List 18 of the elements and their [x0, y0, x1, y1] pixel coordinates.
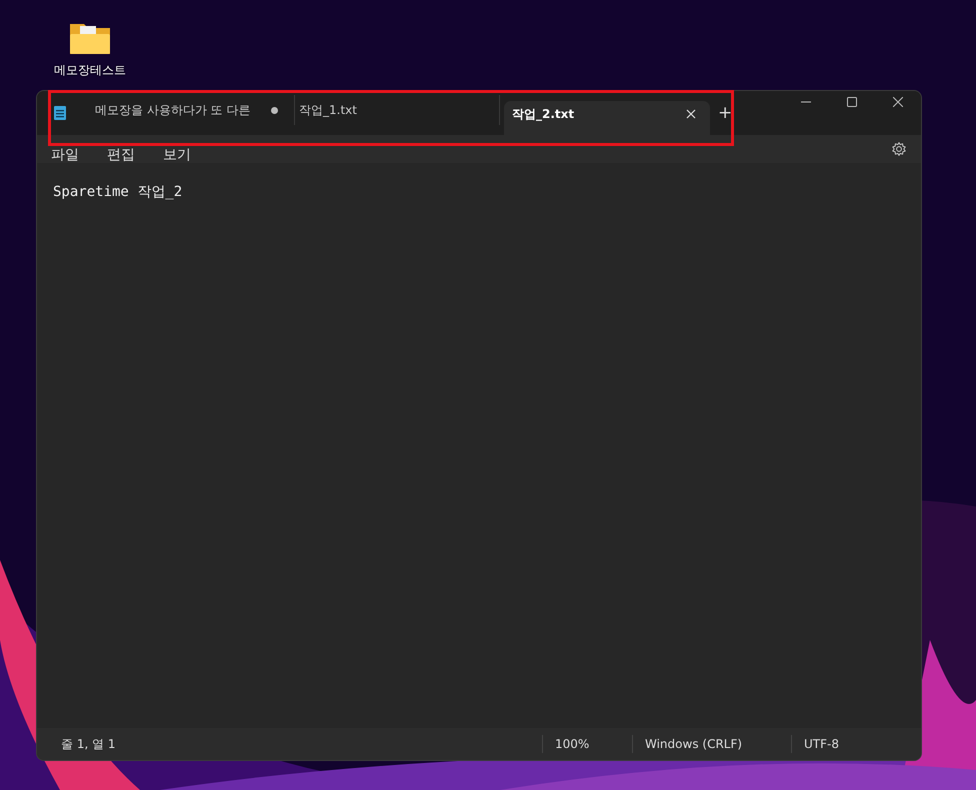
line-ending: Windows (CRLF): [632, 735, 791, 753]
tab[interactable]: 작업_1.txt: [295, 95, 500, 125]
icon-label: 메모장테스트: [54, 62, 126, 79]
tab[interactable]: 메모장을 사용하다가 또 다른: [91, 95, 295, 125]
notepad-icon: [53, 105, 67, 121]
menu-item[interactable]: 파일: [51, 134, 79, 164]
menu-item[interactable]: 편집: [107, 134, 135, 164]
document-text: Sparetime 작업_2: [53, 184, 182, 200]
zoom-level: 100%: [542, 735, 632, 753]
menu-item[interactable]: 보기: [163, 134, 191, 164]
close-icon[interactable]: [686, 109, 696, 119]
cursor-position: 줄 1, 열 1: [61, 736, 117, 752]
maximize-icon[interactable]: [847, 97, 857, 107]
close-icon[interactable]: [893, 97, 903, 107]
settings-icon[interactable]: [891, 141, 907, 157]
encoding: UTF-8: [791, 735, 904, 753]
tab[interactable]: 작업_2.txt: [504, 101, 710, 135]
new-tab-button[interactable]: +: [710, 103, 740, 123]
